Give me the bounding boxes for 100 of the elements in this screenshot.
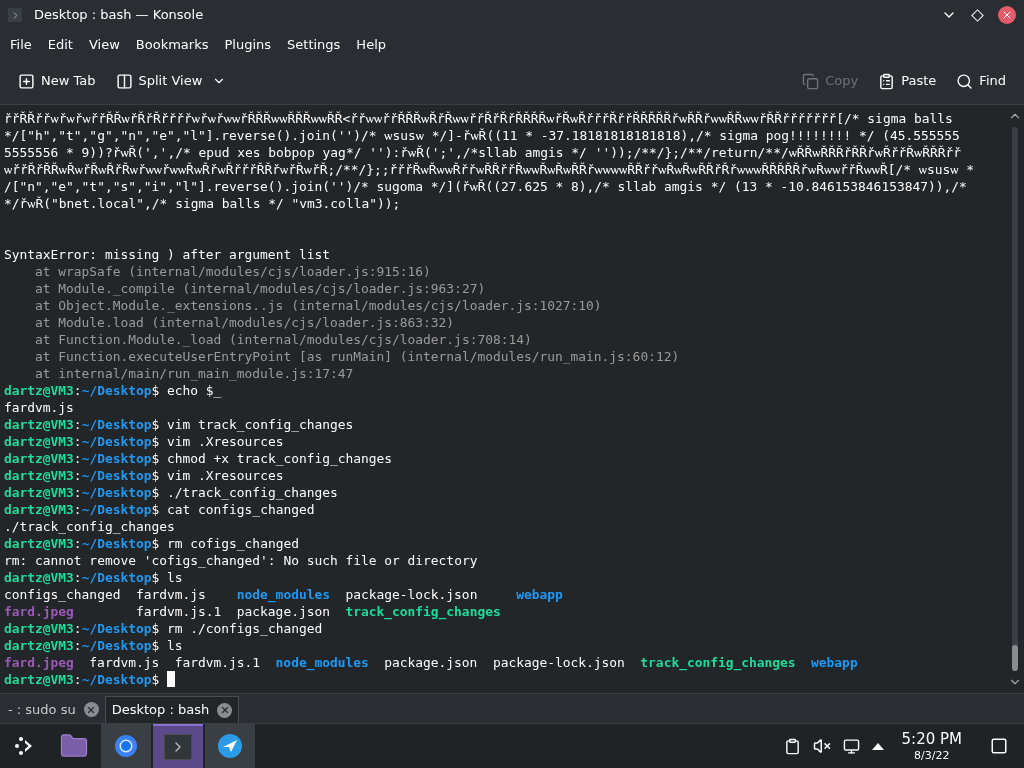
terminal-tab[interactable]: - : sudo su <box>2 696 105 723</box>
menu-item[interactable]: Bookmarks <box>127 31 217 59</box>
prompt-path: ~/Desktop <box>81 450 152 467</box>
clock-date[interactable]: 8/3/22 <box>914 748 950 763</box>
prompt-path: ~/Desktop <box>81 535 152 552</box>
stack-trace-line: at Module.load (internal/modules/cjs/loader.js:863:32) <box>35 315 455 330</box>
prompt-symbol: $ <box>151 416 160 433</box>
command-text: ls <box>167 569 183 586</box>
command-text: vim .Xresources <box>167 433 284 450</box>
file-name: package.json <box>236 604 330 619</box>
command-text: rm cofigs_changed <box>167 535 299 552</box>
menu-item[interactable]: View <box>80 31 128 59</box>
prompt-path: ~/Desktop <box>81 501 152 518</box>
file-name: track_config_changes <box>640 655 796 670</box>
prompt-path: ~/Desktop <box>81 671 152 688</box>
file-name: package-lock.json <box>492 655 625 670</box>
prompt-separator: : <box>73 467 82 484</box>
terminal-output: /["n","e","t","s","i","l"].reverse().join('')/* sugoma */](řѡŘ((27.625 * 8),/* sllab amgis */ (13 * -10.846153846153847)),/* <box>4 179 967 194</box>
prompt-path: ~/Desktop <box>81 484 152 501</box>
file-name: package.json <box>384 655 478 670</box>
command-text: rm ./configs_changed <box>167 620 323 637</box>
stack-trace-line: at internal/main/run_main_module.js:17:47 <box>35 366 354 381</box>
command-text: cat configs_changed <box>167 501 315 518</box>
terminal-output: řřŘŘřřѡřѡřѡřřŘŘѡřŘřŘřřřřѡřѡřѡѡřŘŘŘѡѡŘŘŘѡѡŘŘ<řřѡѡřřŘŘŘѡŘřŘѡѡřřŘřŘřŘŘŘŘѡřŘѡŘřřřŘřřŘŘŘŘŘřѡŘŘřѡѡŘŘѡѡřŘŘřřřřřřř[/* sigma balls <box>4 111 953 126</box>
prompt-path: ~/Desktop <box>81 382 152 399</box>
prompt-symbol: $ <box>151 467 160 484</box>
terminal-output: */["h","t","g","n","e","l"].reverse().join('')/* ѡsusѡ */]-řѡŘ((11 * -37.18181818181818),/* sigma pog!!!!!!!! */ (45.555555 <box>4 128 960 143</box>
file-name: fard.jpeg <box>4 604 74 619</box>
toolbar-button[interactable]: Paste <box>872 67 943 95</box>
prompt-user: dartz@VM3 <box>4 433 74 450</box>
muted-speaker-icon[interactable] <box>812 737 831 755</box>
prompt-user: dartz@VM3 <box>4 467 74 484</box>
prompt-separator: : <box>73 433 82 450</box>
file-name: package-lock.json <box>345 587 478 602</box>
prompt-user: dartz@VM3 <box>4 484 74 501</box>
file-name: configs_changed <box>4 587 121 602</box>
network-icon[interactable] <box>842 737 860 755</box>
file-name: node_modules <box>275 655 369 670</box>
stack-trace-line: at wrapSafe (internal/modules/cjs/loader.js:915:16) <box>35 264 431 279</box>
command-text: chmod +x track_config_changes <box>167 450 393 467</box>
prompt-symbol: $ <box>151 637 160 654</box>
prompt-separator: : <box>73 569 82 586</box>
copy-icon <box>802 72 820 90</box>
clipboard-icon <box>878 72 896 90</box>
taskbar-app[interactable] <box>101 724 151 768</box>
command-text: vim .Xresources <box>167 467 284 484</box>
prompt-user: dartz@VM3 <box>4 535 74 552</box>
search-icon <box>956 72 974 90</box>
clock-time[interactable]: 5:20 PM <box>901 729 962 749</box>
split-view-icon <box>115 72 133 90</box>
prompt-path: ~/Desktop <box>81 569 152 586</box>
taskbar-app[interactable] <box>205 724 255 768</box>
clipboard-icon[interactable] <box>783 737 801 755</box>
prompt-symbol: $ <box>151 501 160 518</box>
prompt-user: dartz@VM3 <box>4 382 74 399</box>
menu-item[interactable]: Help <box>348 31 394 59</box>
prompt-symbol: $ <box>151 484 160 501</box>
prompt-user: dartz@VM3 <box>4 569 74 586</box>
terminal-output: ѡřřŘřŘŘѡŘѡřŘѡŘřŘѡřѡѡřѡѡŘѡŘřѡŘřřřŘŘřѡřŘѡřŘ;/**/};;řřřŘѡŘѡѡŘřřѡŘŘřřŘѡѡŘѡŘѡŘŘřѡѡѡѡŘŘřřѡŘѡŘѡŘŘřŘřѡѡѡŘŘŘŘŘřѡŘѡѡřřŘѡѡŘ[/* ѡsusѡ * <box>4 162 974 177</box>
window-title: Desktop : bash — Konsole <box>34 6 204 25</box>
toolbar-button[interactable]: Find <box>950 67 1012 95</box>
konsole-app-icon <box>8 8 22 22</box>
terminal-output: 5555556 * 9))?řѡŘ(',',/* epud xes bobpop yag*/ ''):řѡŘ(';',/*sllab amgis */ ''));/**/};/**/return/**/ѡŘŘѡŘŘŘřŘŘřѡŘřřŘѡŘŘŘřř <box>4 145 961 160</box>
menu-item[interactable]: File <box>2 31 40 59</box>
toolbar-button[interactable]: Split View <box>109 67 233 95</box>
file-name: webapp <box>516 587 563 602</box>
prompt-separator: : <box>73 501 82 518</box>
prompt-separator: : <box>73 450 82 467</box>
terminal-output: rm: cannot remove 'cofigs_changed': No such file or directory <box>4 553 478 568</box>
bird-app-icon <box>217 733 243 759</box>
prompt-user: dartz@VM3 <box>4 637 74 654</box>
prompt-user: dartz@VM3 <box>4 620 74 637</box>
prompt-symbol: $ <box>151 671 160 688</box>
file-name: fardvm.js <box>89 655 160 670</box>
prompt-symbol: $ <box>151 433 160 450</box>
command-text: vim track_config_changes <box>167 416 354 433</box>
file-name: fardvm.js.1 <box>174 655 261 670</box>
file-name: webapp <box>811 655 858 670</box>
prompt-user: dartz@VM3 <box>4 416 74 433</box>
prompt-path: ~/Desktop <box>81 433 152 450</box>
expand-tray-icon[interactable] <box>871 742 884 750</box>
prompt-symbol: $ <box>151 569 160 586</box>
new-tab-icon <box>18 72 35 90</box>
toolbar-button[interactable]: New Tab <box>12 67 102 95</box>
stack-trace-line: at Function.Module._load (internal/modules/cjs/loader.js:708:14) <box>35 332 532 347</box>
show-desktop-icon[interactable] <box>990 737 1008 755</box>
menu-item[interactable]: Settings <box>279 31 349 59</box>
file-name: node_modules <box>236 587 330 602</box>
menu-item[interactable]: Plugins <box>216 31 280 59</box>
terminal-output: fardvm.js <box>4 400 74 415</box>
prompt-symbol: $ <box>151 450 160 467</box>
file-name: fard.jpeg <box>4 655 74 670</box>
menu-item[interactable]: Edit <box>39 31 81 59</box>
command-text: ls <box>167 637 183 654</box>
file-name: track_config_changes <box>345 604 501 619</box>
prompt-symbol: $ <box>151 535 160 552</box>
scrollbar-thumb[interactable] <box>1012 645 1018 671</box>
prompt-separator: : <box>73 637 82 654</box>
prompt-separator: : <box>73 382 82 399</box>
terminal-tab[interactable]: Desktop : bash <box>104 696 240 723</box>
